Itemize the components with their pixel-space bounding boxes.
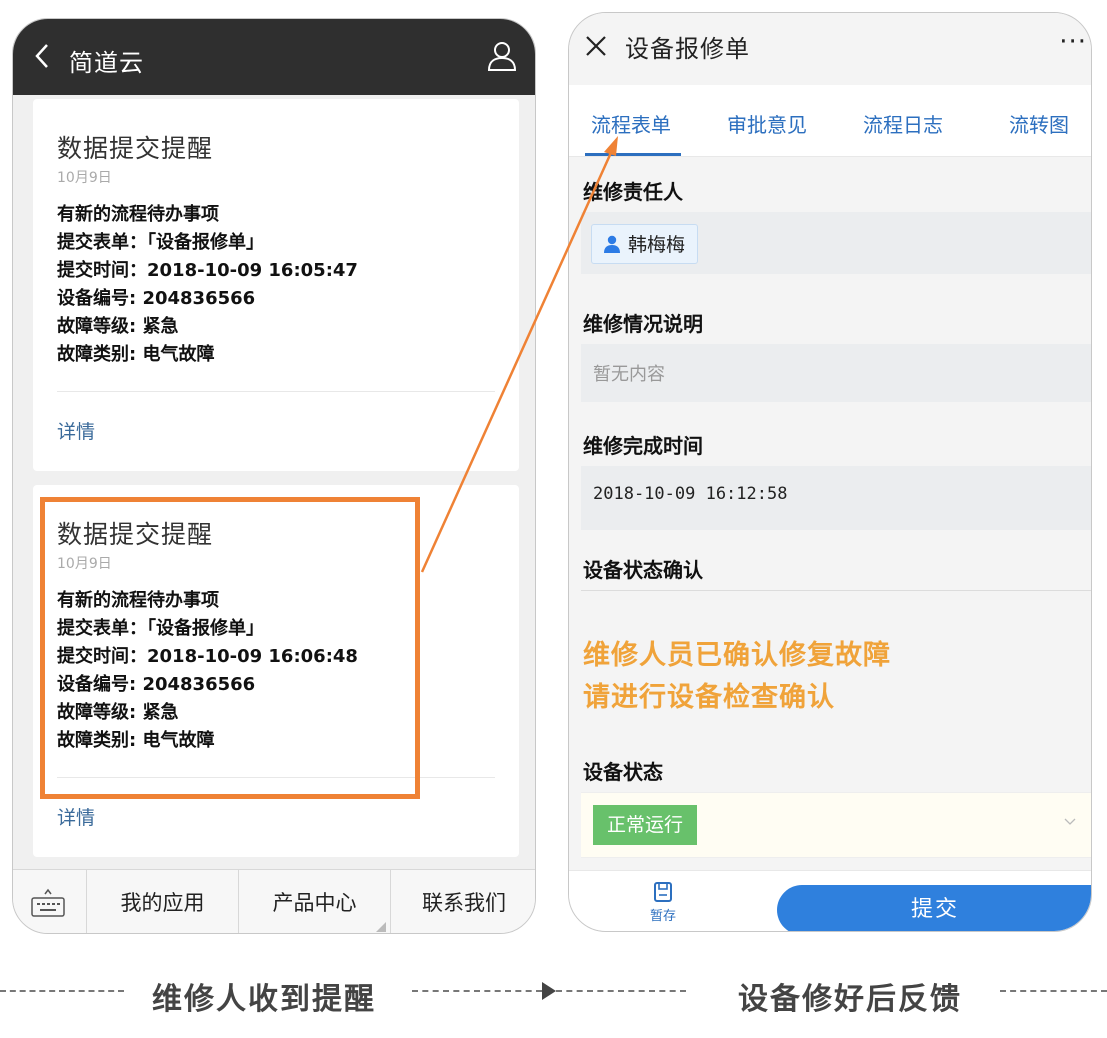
card-date: 10月9日 [57,170,112,186]
status-tag: 正常运行 [593,805,698,845]
field-label: 维修情况说明 [583,312,703,336]
card-line: 故障等级: 紧急 [57,316,179,337]
app-title: 简道云 [69,49,144,77]
keyboard-icon [31,888,65,917]
description-field[interactable]: 暂无内容 [581,344,1091,402]
more-menu-button[interactable]: ··· [1059,27,1087,57]
notice-line: 请进行设备检查确认 [583,682,835,713]
person-icon [604,235,620,253]
finish-time-field[interactable]: 2018-10-09 16:12:58 [581,466,1091,530]
dashed-line [412,990,542,992]
app-header: 简道云 [13,19,535,95]
submenu-indicator-icon [376,922,386,932]
form-body: 维修责任人 韩梅梅 维修情况说明 暂无内容 维修完成时间 2018-10-09 … [569,158,1091,870]
divider [57,391,495,392]
card-title: 数据提交提醒 [57,134,214,163]
tab-flow-chart[interactable]: 流转图 [1009,109,1069,138]
save-label: 暂存 [649,909,676,924]
section-title: 设备状态确认 [583,558,703,582]
form-footer: 暂存 提交 [569,870,1091,931]
divider [581,590,1091,591]
device-status-select[interactable]: 正常运行 [581,792,1091,858]
right-phone-screen: 设备报修单 ··· 流程表单 审批意见 流程日志 流转图 维修责任人 韩梅梅 维… [568,12,1092,932]
save-draft-button[interactable]: 暂存 [641,881,685,924]
notification-card: 数据提交提醒 10月9日 有新的流程待办事项 提交表单：「设备报修单」 提交时间… [33,99,519,471]
user-chip[interactable]: 韩梅梅 [591,224,699,264]
highlight-box [40,497,420,799]
finish-time-value: 2018-10-09 16:12:58 [593,484,788,504]
details-link[interactable]: 详情 [57,417,95,444]
card-line: 设备编号: 204836566 [57,288,256,309]
notice-line: 维修人员已确认修复故障 [583,640,891,671]
field-label: 维修责任人 [583,180,683,204]
form-header: 设备报修单 ··· [569,13,1091,79]
details-link[interactable]: 详情 [57,803,95,830]
bottom-menu-bar: 我的应用 产品中心 联系我们 [13,869,535,933]
card-body: 有新的流程待办事项 提交表单：「设备报修单」 提交时间：2018-10-09 1… [57,201,358,369]
user-name: 韩梅梅 [628,234,686,256]
menu-label: 产品中心 [272,891,357,915]
tab-bar: 流程表单 审批意见 流程日志 流转图 [569,85,1091,157]
card-line: 有新的流程待办事项 [57,204,219,225]
menu-contact-us[interactable]: 联系我们 [391,870,535,933]
keyboard-toggle[interactable] [13,870,87,933]
menu-my-apps[interactable]: 我的应用 [87,870,239,933]
save-icon [654,882,672,902]
field-label: 设备状态 [583,760,663,784]
tab-process-log[interactable]: 流程日志 [863,109,943,138]
card-line: 故障类别: 电气故障 [57,344,215,365]
submit-button[interactable]: 提交 [777,885,1091,931]
form-title: 设备报修单 [625,35,750,63]
field-label: 维修完成时间 [583,434,703,458]
dashed-line [1000,990,1107,992]
tab-process-form[interactable]: 流程表单 [591,109,671,138]
caption-right: 设备修好后反馈 [738,982,962,1017]
dashed-line [556,990,686,992]
card-line: 提交表单：「设备报修单」 [57,232,264,253]
user-profile-icon[interactable] [485,39,519,73]
back-arrow-icon[interactable] [31,41,55,71]
responsible-person-field[interactable]: 韩梅梅 [581,212,1091,274]
tab-approval-comments[interactable]: 审批意见 [727,109,807,138]
menu-product-center[interactable]: 产品中心 [239,870,391,933]
flow-caption: 维修人收到提醒 设备修好后反馈 [0,962,1107,1022]
chevron-down-icon [1064,818,1076,825]
close-icon[interactable] [585,35,607,57]
active-tab-indicator [585,153,681,156]
placeholder-text: 暂无内容 [593,364,665,385]
card-line: 提交时间：2018-10-09 16:05:47 [57,260,358,281]
caption-left: 维修人收到提醒 [152,982,376,1017]
arrow-right-icon [542,982,556,1000]
dashed-line [0,990,124,992]
